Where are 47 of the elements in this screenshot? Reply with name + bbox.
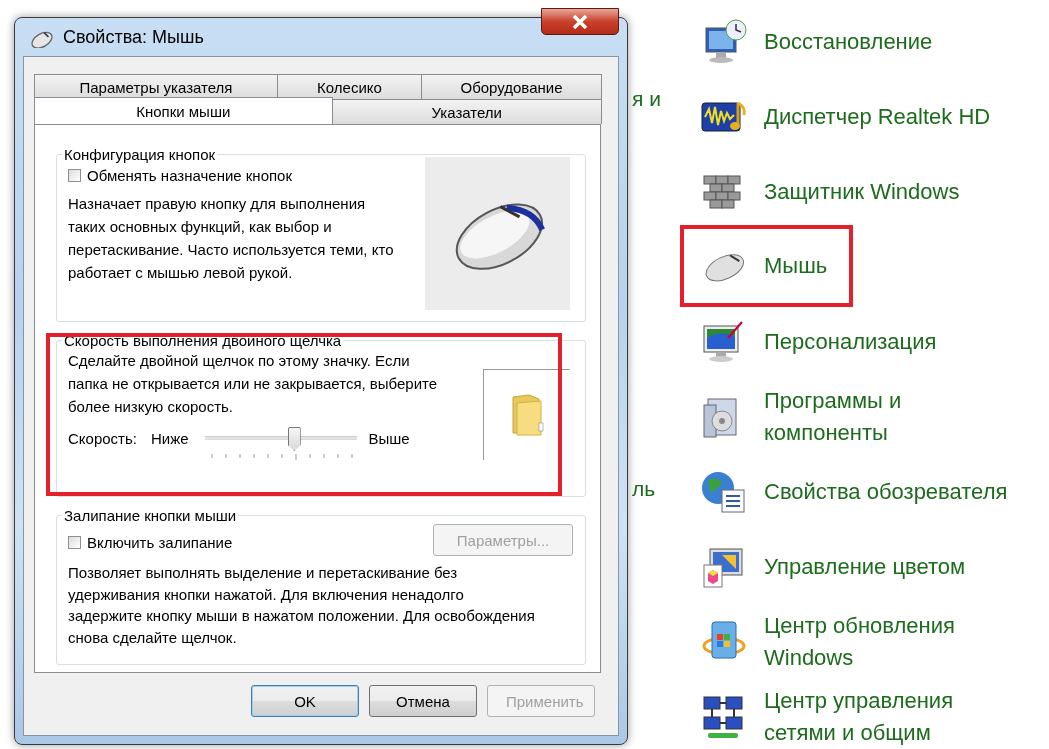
item-label[interactable]: Управление цветом xyxy=(764,550,966,583)
background-item-text: ль xyxy=(632,476,657,502)
control-panel-item[interactable]: Персонализация xyxy=(680,304,951,379)
item-label[interactable]: Защитник Windows xyxy=(764,175,960,208)
control-panel-item[interactable]: Диспетчер Realtek HD xyxy=(680,79,1005,154)
highlighted-item[interactable]: Мышь xyxy=(680,225,854,307)
test-area[interactable] xyxy=(483,369,570,460)
group-title: Залипание кнопки мыши xyxy=(63,507,238,524)
control-panel-item[interactable]: Управление цветом xyxy=(680,529,980,604)
control-panel-item[interactable]: Программы и компоненты xyxy=(680,379,916,454)
checkbox-label[interactable]: Обменять назначение кнопок xyxy=(87,167,293,184)
control-panel-item[interactable]: Свойства обозревателя xyxy=(680,454,1022,529)
close-icon xyxy=(572,14,588,29)
slider-min-label: Ниже xyxy=(150,429,189,447)
checkbox[interactable] xyxy=(68,169,81,182)
description-text: Сделайте двойной щелчок по этому значку. Если папка не открывается или не закрывается, выберите более низкую скорость. xyxy=(68,351,439,417)
folder-icon xyxy=(509,393,545,437)
dialog-button[interactable]: OK xyxy=(251,685,359,717)
control-panel-item[interactable]: Центр управления сетями и общим xyxy=(680,679,968,749)
speed-label: Скорость: xyxy=(68,429,137,447)
description-text: Позволяет выполнять выделение и перетаскивание без удерживания кнопки нажатой. Для включения ненадолго задержите кнопку мыши в нажатом положении. Для освобождения снова сделайте щелчок. xyxy=(68,563,536,648)
group-title: Скорость выполнения двойного щелчка xyxy=(63,332,343,349)
item-label[interactable]: Центр управления сетями и общим xyxy=(764,684,954,749)
control-panel-item[interactable]: Центр обновления Windows xyxy=(680,604,969,679)
checkbox-label[interactable]: Включить залипание xyxy=(87,533,233,551)
close-button[interactable] xyxy=(541,8,619,35)
item-label[interactable]: Диспетчер Realtek HD xyxy=(764,100,991,133)
item-label[interactable]: Мышь xyxy=(764,250,828,282)
group-title: Конфигурация кнопок xyxy=(63,146,217,163)
slider-thumb[interactable] xyxy=(287,427,301,451)
tab[interactable]: Указатели xyxy=(331,99,602,124)
tab[interactable]: Оборудование xyxy=(421,74,602,99)
dialog-button[interactable]: Отмена xyxy=(369,685,477,717)
background-item-text: я и xyxy=(632,86,662,112)
item-label[interactable]: Персонализация xyxy=(764,325,937,358)
tab[interactable]: Колесико xyxy=(277,74,422,99)
item-label[interactable]: Центр обновления Windows xyxy=(764,609,955,674)
description-text: Назначает правую кнопку для выполнения таких основных функций, как выбор и перетаскивание. Часто используется теми, кто работает с мышью левой рукой. xyxy=(68,194,395,283)
control-panel-item[interactable]: Восстановление xyxy=(680,4,947,79)
item-label[interactable]: Программы и компоненты xyxy=(764,384,902,449)
item-label[interactable]: Свойства обозревателя xyxy=(764,475,1008,508)
checkbox[interactable] xyxy=(68,535,81,549)
item-label[interactable]: Восстановление xyxy=(764,25,933,58)
window-title: Свойства: Мышь xyxy=(63,26,205,48)
tab[interactable]: Кнопки мыши xyxy=(34,97,333,124)
tab[interactable]: Параметры указателя xyxy=(34,74,278,99)
slider-max-label: Выше xyxy=(368,429,410,447)
